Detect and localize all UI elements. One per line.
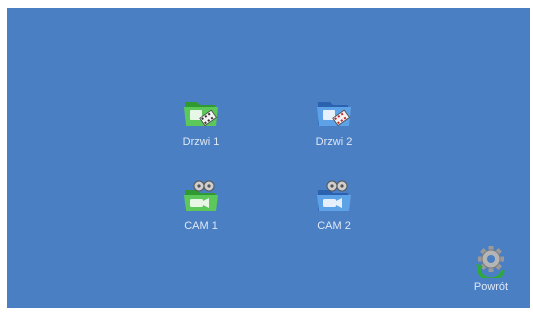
- tile-label: CAM 1: [184, 220, 218, 232]
- main-screen: Drzwi 1 Drzwi 2 CAM 1 CAM 2 Powrót: [7, 8, 530, 308]
- back-label: Powrót: [473, 281, 509, 293]
- blue-video-folder-icon: [317, 102, 351, 127]
- tile-drzwi-2[interactable]: Drzwi 2: [294, 92, 374, 148]
- tile-drzwi-1[interactable]: Drzwi 1: [161, 92, 241, 148]
- tile-cam-1[interactable]: CAM 1: [161, 176, 241, 232]
- blue-camera-folder-icon: [317, 180, 351, 211]
- tile-label: Drzwi 2: [315, 136, 353, 148]
- back-button[interactable]: Powrót: [463, 244, 519, 293]
- tile-label: CAM 2: [317, 220, 351, 232]
- tile-cam-2[interactable]: CAM 2: [294, 176, 374, 232]
- tile-label: Drzwi 1: [182, 136, 220, 148]
- green-video-folder-icon: [184, 102, 218, 127]
- green-camera-folder-icon: [184, 180, 218, 211]
- back-gear-icon: [476, 246, 505, 278]
